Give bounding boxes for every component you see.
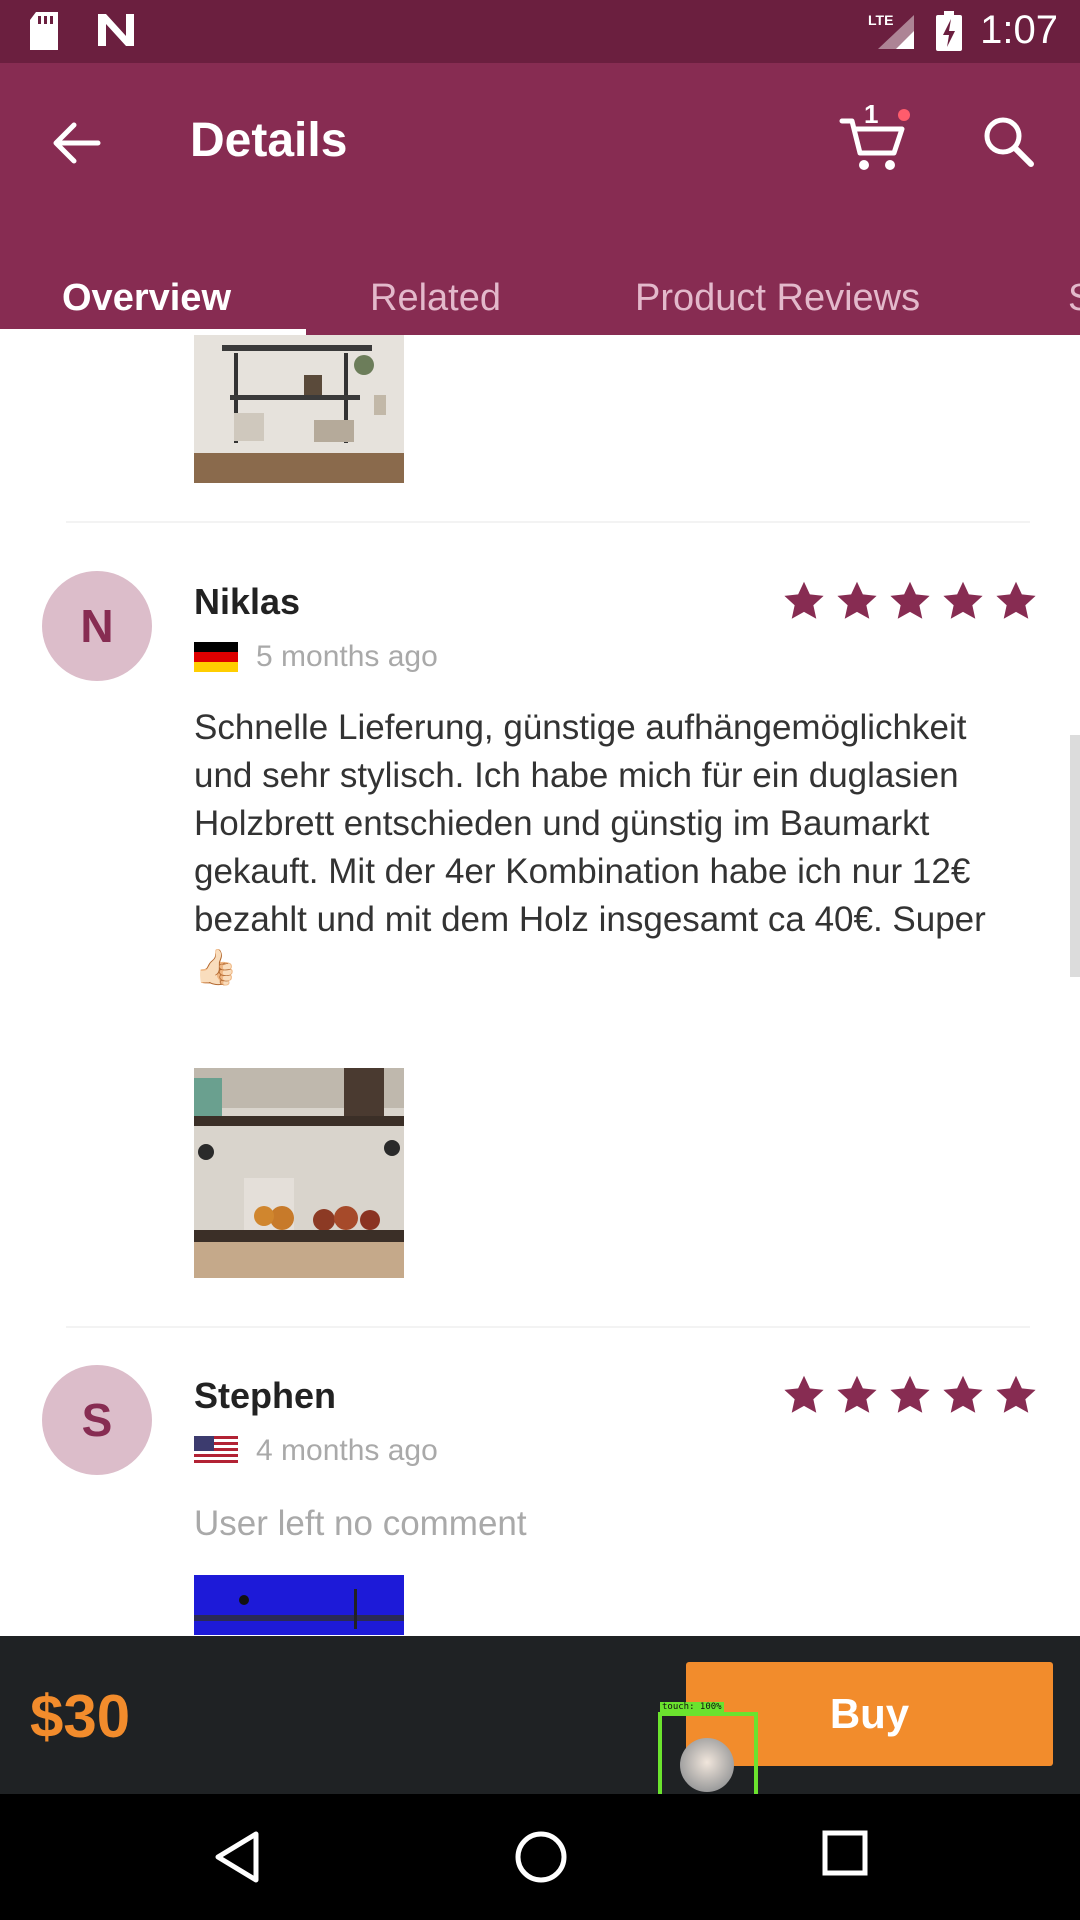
n-notification-icon [98, 14, 134, 46]
cart-count-badge: 1 [864, 99, 879, 129]
nav-recents-icon[interactable] [822, 1830, 868, 1876]
svg-text:LTE: LTE [868, 12, 893, 28]
battery-charging-icon [936, 10, 963, 51]
nav-back-icon[interactable] [212, 1830, 262, 1884]
scrollbar[interactable] [1070, 735, 1080, 977]
lte-signal-icon: LTE [868, 12, 915, 49]
price: $30 [30, 1683, 131, 1750]
review-photo-onions[interactable] [194, 1068, 404, 1278]
cart-notification-dot [898, 109, 910, 121]
usa-flag-icon [194, 1436, 238, 1466]
app-bar: Details 1 Overview Related Product Revie… [0, 63, 1080, 335]
star-icon [943, 1375, 983, 1413]
review-text: Schnelle Lieferung, günstige aufhängemög… [194, 708, 986, 987]
star-icon [996, 581, 1036, 619]
reviewer-name: Niklas [194, 581, 301, 622]
star-icon [784, 581, 824, 619]
sd-card-icon [30, 12, 58, 50]
rating-stars [782, 1373, 1038, 1417]
star-icon [890, 581, 930, 619]
review-divider [66, 1326, 1030, 1328]
star-icon [784, 1375, 824, 1413]
status-time: 1:07 [980, 8, 1058, 52]
review-text: User left no comment [194, 1504, 527, 1543]
status-bar: LTE 1:07 [0, 0, 1080, 63]
touch-point [680, 1738, 734, 1792]
star-icon [837, 581, 877, 619]
back-arrow-icon[interactable] [48, 115, 104, 171]
tab-product-reviews[interactable]: Product Reviews [635, 277, 920, 320]
purchase-bar: $30 Buy [0, 1636, 1080, 1794]
star-icon [943, 581, 983, 619]
reviews-list[interactable]: N Niklas 5 months ago Schnelle Lieferung… [0, 335, 1080, 1635]
search-icon[interactable] [980, 113, 1036, 169]
star-icon [837, 1375, 877, 1413]
tab-bar: Overview Related Product Reviews S [0, 253, 1080, 335]
tab-overview[interactable]: Overview [62, 277, 231, 320]
touch-indicator-label: touch: 100% [660, 1702, 724, 1712]
review-time-ago: 4 months ago [256, 1434, 438, 1467]
review-time-ago: 5 months ago [256, 640, 438, 673]
page-title: Details [190, 114, 348, 167]
avatar: S [42, 1365, 152, 1475]
avatar: N [42, 571, 152, 681]
rating-stars [782, 579, 1038, 623]
tab-related[interactable]: Related [370, 277, 501, 320]
review-divider [66, 521, 1030, 523]
reviewer-name: Stephen [194, 1375, 337, 1416]
system-nav-bar [0, 1794, 1080, 1920]
review-photo-blue-light[interactable] [194, 1575, 404, 1635]
nav-home-icon[interactable] [514, 1830, 568, 1884]
tab-overflow[interactable]: S [1068, 277, 1080, 320]
review-photo-shelves[interactable] [194, 335, 404, 483]
germany-flag-icon [194, 642, 238, 672]
star-icon [996, 1375, 1036, 1413]
star-icon [890, 1375, 930, 1413]
cart-button[interactable]: 1 [838, 99, 910, 175]
